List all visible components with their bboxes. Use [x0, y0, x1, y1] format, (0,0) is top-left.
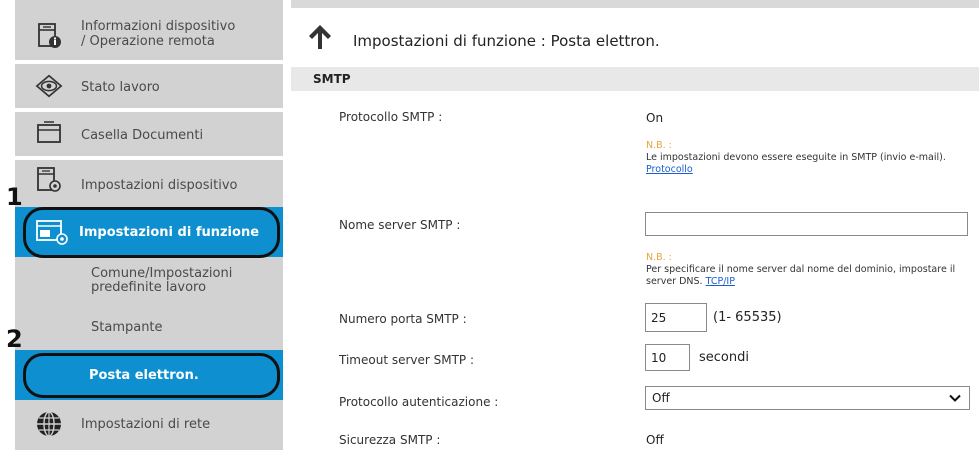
port-range-hint: (1- 65535) [713, 310, 782, 325]
smtp-security-label: Sicurezza SMTP : [339, 433, 441, 447]
main-content: Impostazioni di funzione : Posta elettro… [291, 0, 979, 450]
note-text: Le impostazioni devono essere eseguite i… [646, 152, 946, 163]
sidebar-item-label: Impostazioni di rete [81, 417, 211, 432]
section-title: SMTP [313, 72, 351, 86]
sidebar-item-network-settings[interactable]: Impostazioni di rete [15, 402, 283, 448]
smtp-timeout-label: Timeout server SMTP : [339, 353, 475, 367]
chevron-down-icon [949, 392, 961, 404]
auth-protocol-select[interactable]: Off [645, 386, 970, 410]
globe-icon [35, 410, 63, 438]
sidebar-item-label: Stato lavoro [81, 80, 160, 95]
smtp-security-value: Off [646, 433, 664, 447]
sidebar-item-label: Stampante [91, 320, 163, 335]
screen: Informazioni dispositivo / Operazione re… [0, 0, 979, 450]
sidebar-item-label: Impostazioni dispositivo [81, 178, 238, 193]
callout-outline-1 [23, 207, 280, 258]
auth-protocol-selected: Off [652, 391, 670, 405]
device-info-icon [35, 21, 63, 49]
sidebar-subitem-printer[interactable]: Stampante [15, 305, 283, 347]
sidebar-item-label: Informazioni dispositivo [81, 19, 236, 34]
top-bar [291, 0, 979, 8]
eye-icon [35, 72, 63, 100]
sidebar-item-job-status[interactable]: Stato lavoro [15, 64, 283, 108]
sidebar-item-label: predefinite lavoro [91, 280, 207, 295]
callout-outline-2 [23, 353, 280, 398]
page-header: Impostazioni di funzione : Posta elettro… [291, 20, 979, 60]
page-title: Impostazioni di funzione : Posta elettro… [353, 32, 660, 50]
sidebar-item-document-box[interactable]: Casella Documenti [15, 112, 283, 154]
callout-number-2: 2 [6, 325, 23, 353]
sidebar-item-label: / Operazione remota [81, 34, 215, 49]
note-smtp-protocol: N.B. : Le impostazioni devono essere ese… [646, 140, 976, 176]
protocol-link[interactable]: Protocollo [646, 164, 693, 175]
sidebar-item-device-settings[interactable]: Impostazioni dispositivo [15, 160, 283, 204]
smtp-server-name-label: Nome server SMTP : [339, 218, 461, 232]
note-text: Per specificare il nome server dal nome … [646, 264, 956, 287]
tcpip-link[interactable]: TCP/IP [706, 276, 735, 287]
smtp-protocol-label: Protocollo SMTP : [339, 110, 443, 124]
sidebar-item-device-info[interactable]: Informazioni dispositivo / Operazione re… [15, 12, 283, 58]
up-arrow-icon[interactable] [307, 23, 333, 51]
smtp-server-name-field[interactable] [645, 212, 968, 236]
sidebar-subitem-common-defaults[interactable]: Comune/Impostazioni predefinite lavoro [15, 260, 283, 304]
sidebar-item-label: Casella Documenti [81, 128, 204, 143]
smtp-port-label: Numero porta SMTP : [339, 312, 467, 326]
smtp-protocol-value: On [646, 111, 664, 125]
device-settings-icon [35, 166, 63, 194]
folder-icon [35, 119, 63, 147]
section-header-smtp: SMTP [291, 67, 979, 91]
smtp-timeout-field[interactable]: 10 [645, 344, 690, 371]
callout-number-1: 1 [6, 183, 23, 211]
note-server-name: N.B. : Per specificare il nome server da… [646, 252, 976, 288]
sidebar-item-label: Comune/Impostazioni [91, 266, 233, 281]
note-label: N.B. : [646, 140, 672, 151]
smtp-port-field[interactable]: 25 [645, 303, 707, 332]
auth-protocol-label: Protocollo autenticazione : [339, 395, 499, 409]
timeout-unit: secondi [699, 350, 749, 365]
note-label: N.B. : [646, 252, 672, 263]
